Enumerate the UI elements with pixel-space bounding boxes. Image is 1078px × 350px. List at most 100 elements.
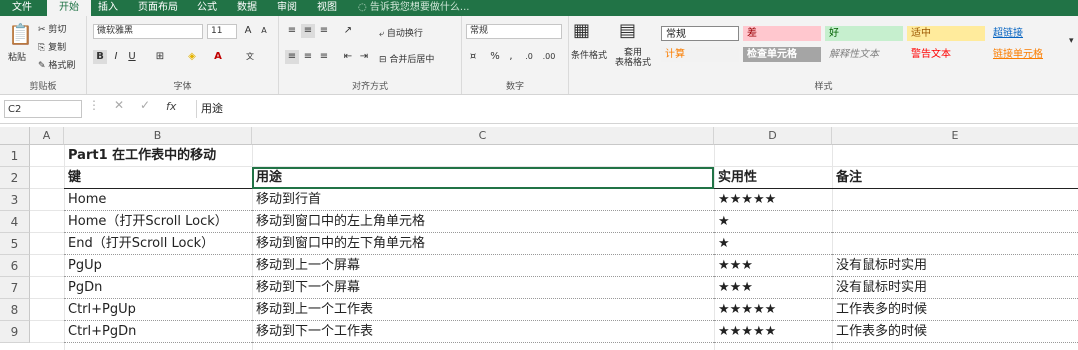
cell-b[interactable]: Ctrl+PgDn bbox=[64, 321, 252, 343]
cell-a[interactable] bbox=[30, 167, 64, 189]
cell-d[interactable]: ★ bbox=[714, 211, 832, 233]
row-header[interactable]: 3 bbox=[0, 189, 30, 211]
column-header-c[interactable]: C bbox=[252, 127, 714, 145]
cell-style-0[interactable]: 常规 bbox=[661, 26, 739, 41]
underline-button[interactable]: U bbox=[125, 50, 139, 64]
column-header-e[interactable]: E bbox=[832, 127, 1078, 145]
column-header-b[interactable]: B bbox=[64, 127, 252, 145]
italic-button[interactable]: I bbox=[109, 50, 123, 64]
enter-icon[interactable]: ✓ bbox=[140, 98, 150, 112]
tab-formulas[interactable]: 公式 bbox=[197, 0, 217, 16]
insert-function-button[interactable]: fx bbox=[166, 100, 176, 113]
row-header[interactable]: 7 bbox=[0, 277, 30, 299]
name-box[interactable]: C2 bbox=[4, 100, 82, 118]
cell-style-1[interactable]: 差 bbox=[743, 26, 821, 41]
cell-b[interactable]: Part1 在工作表中的移动 bbox=[64, 145, 252, 167]
cell-e[interactable]: 工作表多的时候 bbox=[832, 299, 1078, 321]
cell-b[interactable]: 键 bbox=[64, 167, 252, 189]
cell-c[interactable]: 移动到行首 bbox=[252, 189, 714, 211]
increase-indent-icon[interactable]: ⇥ bbox=[357, 50, 371, 64]
currency-icon[interactable]: ¤ bbox=[466, 50, 480, 64]
cancel-icon[interactable]: ✕ bbox=[114, 98, 124, 112]
tab-file[interactable]: 文件 bbox=[12, 0, 32, 16]
cell-a[interactable] bbox=[30, 299, 64, 321]
copy-button[interactable]: ⎘ 复制 bbox=[38, 40, 66, 53]
cell-e[interactable] bbox=[832, 211, 1078, 233]
tab-view[interactable]: 视图 bbox=[317, 0, 337, 16]
cell-style-5[interactable]: 计算 bbox=[661, 47, 739, 62]
cell-style-3[interactable]: 适中 bbox=[907, 26, 985, 41]
cell-c[interactable]: 移动到窗口中的左下角单元格 bbox=[252, 233, 714, 255]
cell-style-8[interactable]: 警告文本 bbox=[907, 47, 985, 62]
cell-c[interactable]: 用途 bbox=[252, 167, 714, 189]
cell-style-9[interactable]: 链接单元格 bbox=[989, 47, 1067, 62]
row-header[interactable]: 4 bbox=[0, 211, 30, 233]
font-size-select[interactable]: 11 bbox=[207, 24, 237, 39]
cell-a[interactable] bbox=[30, 255, 64, 277]
row-header[interactable]: 6 bbox=[0, 255, 30, 277]
cell-style-2[interactable]: 好 bbox=[825, 26, 903, 41]
cell-d[interactable]: 实用性 bbox=[714, 167, 832, 189]
cell-e[interactable] bbox=[832, 145, 1078, 167]
tell-me-search[interactable]: ◌ 告诉我您想要做什么... bbox=[358, 0, 469, 16]
align-top-icon[interactable]: ≡ bbox=[285, 24, 299, 38]
cell-c[interactable]: 移动到上一个工作表 bbox=[252, 299, 714, 321]
cell-b[interactable]: End（打开Scroll Lock） bbox=[64, 233, 252, 255]
row-header[interactable]: 2 bbox=[0, 167, 30, 189]
cell-c[interactable]: 移动到窗口中的左上角单元格 bbox=[252, 211, 714, 233]
shrink-font-icon[interactable]: A bbox=[257, 24, 271, 38]
cell-style-6[interactable]: 检查单元格 bbox=[743, 47, 821, 62]
decrease-decimal-icon[interactable]: .00 bbox=[542, 50, 556, 64]
cell-a[interactable] bbox=[30, 145, 64, 167]
cell-c[interactable]: 移动到下一个工作表 bbox=[252, 321, 714, 343]
row-header[interactable]: 9 bbox=[0, 321, 30, 343]
row-header[interactable]: 8 bbox=[0, 299, 30, 321]
cell-c[interactable] bbox=[252, 145, 714, 167]
cell-d[interactable] bbox=[714, 145, 832, 167]
cell-d[interactable]: ★★★★★ bbox=[714, 321, 832, 343]
cell-a[interactable] bbox=[30, 189, 64, 211]
font-color-icon[interactable]: A bbox=[211, 50, 225, 64]
cell-a[interactable] bbox=[30, 211, 64, 233]
percent-icon[interactable]: % bbox=[488, 50, 502, 64]
orientation-icon[interactable]: ↗ bbox=[341, 24, 355, 38]
cell-e[interactable] bbox=[832, 233, 1078, 255]
align-center-icon[interactable]: ≡ bbox=[301, 50, 315, 64]
cell-e[interactable]: 没有鼠标时实用 bbox=[832, 255, 1078, 277]
cell-b[interactable]: PgUp bbox=[64, 255, 252, 277]
paste-button[interactable]: 粘贴 bbox=[8, 50, 26, 63]
formula-input[interactable]: 用途 bbox=[196, 100, 1078, 118]
cell-e[interactable]: 备注 bbox=[832, 167, 1078, 189]
format-painter-button[interactable]: ✎ 格式刷 bbox=[38, 58, 75, 71]
column-header-d[interactable]: D bbox=[714, 127, 832, 145]
comma-icon[interactable]: , bbox=[504, 50, 518, 64]
tab-insert[interactable]: 插入 bbox=[98, 0, 118, 16]
tab-data[interactable]: 数据 bbox=[237, 0, 257, 16]
cell-e[interactable] bbox=[832, 189, 1078, 211]
border-icon[interactable]: ⊞ bbox=[153, 50, 167, 64]
tab-review[interactable]: 审阅 bbox=[277, 0, 297, 16]
cell-c[interactable]: 移动到上一个屏幕 bbox=[252, 255, 714, 277]
paste-icon[interactable]: 📋 bbox=[8, 22, 33, 46]
number-format-select[interactable]: 常规 bbox=[466, 24, 562, 39]
row-header[interactable]: 5 bbox=[0, 233, 30, 255]
cell-a[interactable] bbox=[30, 321, 64, 343]
cell-d[interactable]: ★★★ bbox=[714, 277, 832, 299]
grow-font-icon[interactable]: A bbox=[241, 24, 255, 38]
cell-b[interactable]: Home（打开Scroll Lock） bbox=[64, 211, 252, 233]
cell-d[interactable]: ★★★★★ bbox=[714, 189, 832, 211]
cell-d[interactable]: ★★★★★ bbox=[714, 299, 832, 321]
conditional-format-button[interactable]: 条件格式 bbox=[571, 48, 607, 61]
cell-b[interactable]: Home bbox=[64, 189, 252, 211]
row-header[interactable]: 1 bbox=[0, 145, 30, 167]
cell-style-4[interactable]: 超链接 bbox=[989, 26, 1067, 41]
bold-button[interactable]: B bbox=[93, 50, 107, 64]
tab-home[interactable]: 开始 bbox=[47, 0, 91, 16]
align-left-icon[interactable]: ≡ bbox=[285, 50, 299, 64]
cell-d[interactable]: ★★★ bbox=[714, 255, 832, 277]
select-all-corner[interactable] bbox=[0, 127, 30, 145]
cell-a[interactable] bbox=[30, 277, 64, 299]
align-middle-icon[interactable]: ≡ bbox=[301, 24, 315, 38]
cell-d[interactable]: ★ bbox=[714, 233, 832, 255]
cell-b[interactable]: PgDn bbox=[64, 277, 252, 299]
